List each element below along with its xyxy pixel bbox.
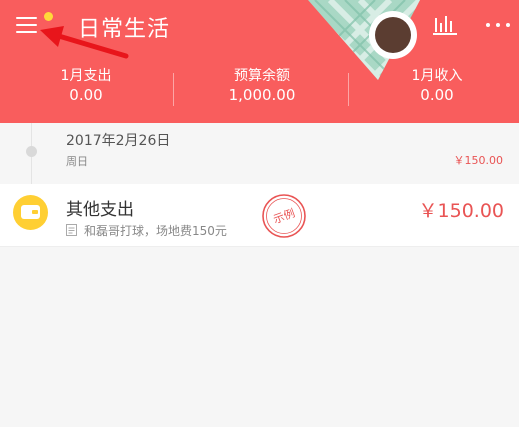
record-amount: ￥150.00	[418, 200, 504, 222]
record-category: 其他支出	[66, 200, 134, 220]
budget-label: 预算余额	[234, 68, 290, 84]
expense-label: 1月支出	[60, 68, 112, 84]
notification-dot	[44, 12, 53, 21]
day-total: ￥150.00	[453, 154, 504, 167]
timeline-dot	[26, 146, 37, 157]
sample-stamp: 示例	[262, 194, 306, 238]
bar-chart-icon[interactable]	[433, 14, 457, 36]
app-header: 日常生活 1月支出 0.00 预算余额 1,000.00 1月收入 0.00	[0, 0, 519, 123]
budget-value: 1,000.00	[228, 86, 296, 104]
menu-button[interactable]	[14, 13, 40, 37]
wallet-icon	[13, 195, 48, 230]
record-divider	[0, 246, 519, 247]
expense-value: 0.00	[69, 86, 103, 104]
record-row[interactable]: 其他支出 和磊哥打球，场地费150元 示例 ￥150.00	[0, 184, 519, 246]
expense-summary[interactable]: 1月支出 0.00	[11, 67, 161, 105]
avatar-image	[375, 17, 411, 53]
note-icon	[66, 224, 77, 236]
avatar[interactable]	[369, 11, 417, 59]
income-label: 1月收入	[411, 68, 463, 84]
budget-summary[interactable]: 预算余额 1,000.00	[187, 67, 337, 105]
more-dots-icon[interactable]	[484, 20, 514, 30]
summary-divider	[173, 73, 174, 106]
income-summary[interactable]: 1月收入 0.00	[362, 67, 512, 105]
day-weekday: 周日	[66, 155, 88, 168]
income-value: 0.00	[420, 86, 454, 104]
record-note: 和磊哥打球，场地费150元	[84, 224, 227, 238]
summary-divider	[348, 73, 349, 106]
page-title: 日常生活	[78, 17, 171, 42]
day-date: 2017年2月26日	[66, 133, 171, 149]
sample-stamp-text: 示例	[271, 206, 296, 227]
